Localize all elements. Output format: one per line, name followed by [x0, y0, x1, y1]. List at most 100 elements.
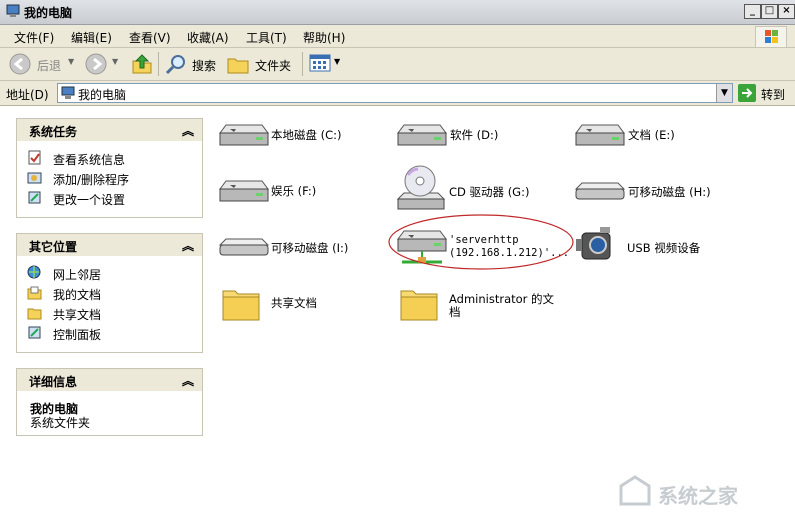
drive-f[interactable]: 娱乐 (F:) [216, 175, 366, 211]
usb-video-device[interactable]: USB 视频设备 [574, 221, 734, 269]
menu-favorites[interactable]: 收藏(A) [187, 29, 229, 46]
collapse-chevron-icon[interactable]: ︽ [182, 237, 194, 254]
up-folder-icon[interactable] [130, 52, 154, 76]
place-label: 网上邻居 [53, 268, 102, 282]
task-label: 添加/删除程序 [53, 173, 130, 187]
search-button[interactable]: 搜索 [164, 52, 220, 76]
hard-drive-icon [219, 124, 269, 146]
drive-c[interactable]: 本地磁盘 (C:) [216, 119, 366, 155]
drive-label: 本地磁盘 (C:) [271, 128, 342, 142]
drive-label: 文档 (E:) [628, 128, 675, 142]
menu-bar: 文件(F) 编辑(E) 查看(V) 收藏(A) 工具(T) 帮助(H) [0, 25, 795, 48]
menu-edit[interactable]: 编辑(E) [71, 29, 112, 46]
drive-label: 可移动磁盘 (H:) [628, 185, 711, 199]
back-button[interactable]: 后退 ▼ [8, 52, 78, 76]
my-documents-icon [27, 286, 42, 300]
watermark-text: 系统之家 [658, 484, 738, 508]
minimize-button[interactable]: _ [744, 4, 761, 19]
drive-g-cd[interactable]: CD 驱动器 (G:) [394, 163, 554, 213]
cd-drive-icon [396, 165, 446, 210]
my-computer-icon [61, 86, 75, 99]
panel-title: 其它位置 [29, 240, 78, 254]
other-places-panel: 其它位置 ︽ 网上邻居 我的文档 共享文档 控制面板 [16, 233, 203, 353]
details-description: 系统文件夹 [30, 416, 91, 430]
place-label: 共享文档 [53, 308, 102, 322]
system-info-icon [28, 150, 41, 165]
back-label: 后退 [37, 59, 62, 73]
panel-header[interactable]: 系统任务 ︽ [17, 119, 202, 141]
close-button[interactable]: × [778, 4, 795, 19]
shared-folder-icon [27, 308, 42, 320]
menu-view[interactable]: 查看(V) [129, 29, 171, 46]
menu-tools[interactable]: 工具(T) [246, 29, 287, 46]
drive-h-removable[interactable]: 可移动磁盘 (H:) [572, 175, 742, 211]
drive-d[interactable]: 软件 (D:) [394, 119, 544, 155]
my-computer-icon [6, 4, 20, 17]
hard-drive-icon [575, 124, 625, 146]
address-bar: 地址(D) 我的电脑 ▼ 转到 [0, 81, 795, 106]
administrator-documents-folder[interactable]: Administrator 的文 档 [398, 283, 568, 327]
drive-i-removable[interactable]: 可移动磁盘 (I:) [216, 231, 376, 267]
hard-drive-icon [219, 180, 269, 202]
drive-label: 娱乐 (F:) [271, 184, 317, 198]
folders-icon [227, 58, 249, 74]
folders-button[interactable]: 文件夹 [226, 52, 296, 76]
go-arrow-icon [738, 84, 756, 102]
collapse-chevron-icon[interactable]: ︽ [182, 372, 194, 389]
forward-button[interactable]: ▼ [84, 52, 124, 76]
place-label: 我的文档 [53, 288, 102, 302]
removable-drive-icon [219, 238, 269, 256]
camera-icon [576, 227, 611, 260]
folder-icon [222, 290, 260, 321]
hard-drive-icon [397, 124, 447, 146]
folder-label-line1: Administrator 的文 [449, 292, 555, 306]
views-button[interactable]: ▼ [308, 52, 344, 76]
control-panel-icon [28, 326, 41, 339]
collapse-chevron-icon[interactable]: ︽ [182, 122, 194, 139]
drive-label: 可移动磁盘 (I:) [271, 241, 349, 255]
panel-title: 详细信息 [29, 375, 78, 389]
place-label: 控制面板 [53, 328, 102, 342]
back-arrow-icon [9, 53, 31, 75]
menu-file[interactable]: 文件(F) [14, 29, 54, 46]
watermark: 系统之家 [618, 474, 788, 514]
windows-flag-icon [765, 30, 778, 43]
system-tasks-panel: 系统任务 ︽ 查看系统信息 添加/删除程序 更改一个设置 [16, 118, 203, 218]
panel-header[interactable]: 详细信息 ︽ [17, 369, 202, 391]
panel-title: 系统任务 [29, 125, 78, 139]
go-button[interactable]: 转到 [738, 83, 792, 103]
go-label: 转到 [761, 88, 786, 102]
forward-dropdown-icon[interactable]: ▼ [112, 57, 118, 66]
toolbar-separator [302, 52, 303, 76]
shared-documents-folder[interactable]: 共享文档 [220, 283, 370, 327]
drive-label: CD 驱动器 (G:) [449, 185, 530, 199]
removable-drive-icon [575, 182, 625, 200]
search-label: 搜索 [192, 59, 217, 73]
add-remove-programs-icon [27, 172, 42, 184]
drive-label: 软件 (D:) [450, 128, 499, 142]
task-label: 更改一个设置 [53, 193, 126, 207]
folder-label: 共享文档 [271, 296, 317, 310]
views-dropdown-icon: ▼ [334, 57, 341, 66]
highlight-circle [388, 214, 574, 270]
search-icon [165, 55, 185, 75]
toolbar-separator [158, 52, 159, 76]
network-places-icon [27, 265, 41, 279]
views-icon [309, 54, 331, 72]
back-dropdown-icon[interactable]: ▼ [68, 57, 74, 66]
address-dropdown-button[interactable]: ▼ [716, 84, 732, 102]
address-value: 我的电脑 [78, 88, 127, 102]
drive-e[interactable]: 文档 (E:) [572, 119, 722, 155]
folders-label: 文件夹 [255, 59, 292, 73]
window-title: 我的电脑 [24, 6, 73, 20]
panel-header[interactable]: 其它位置 ︽ [17, 234, 202, 256]
task-label: 查看系统信息 [53, 153, 126, 167]
control-panel-icon [28, 191, 41, 204]
address-field[interactable]: 我的电脑 ▼ [57, 83, 733, 103]
details-panel: 详细信息 ︽ 我的电脑 系统文件夹 [16, 368, 203, 436]
watermark-logo-icon [619, 475, 651, 506]
toolbar: 后退 ▼ ▼ 搜索 文件夹 ▼ [0, 48, 795, 81]
title-bar: 我的电脑 _ □ × [0, 0, 795, 25]
maximize-button[interactable]: □ [761, 4, 778, 19]
menu-help[interactable]: 帮助(H) [303, 29, 345, 46]
